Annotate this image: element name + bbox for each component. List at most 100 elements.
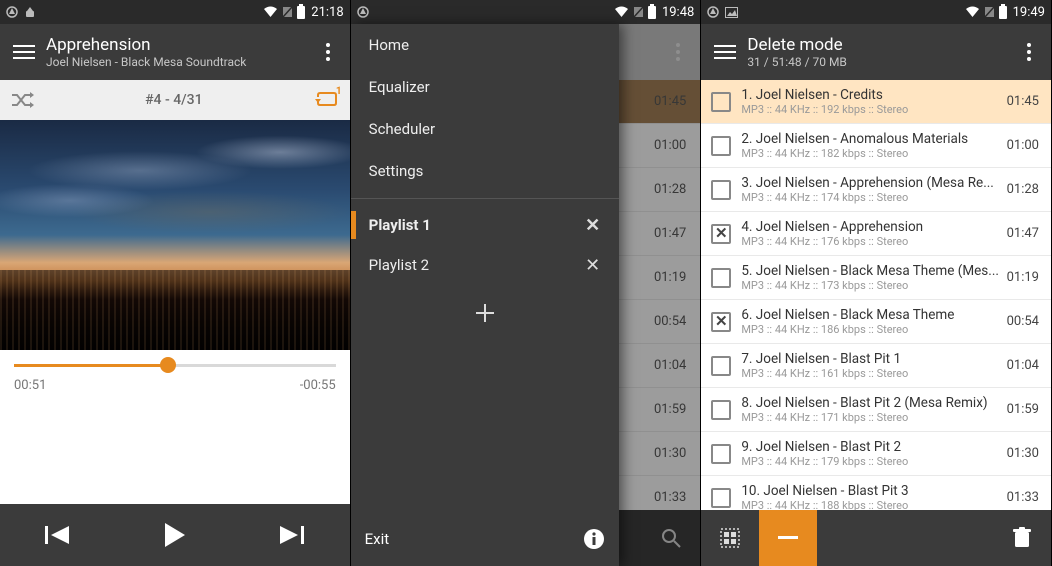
repeat-count: 1 — [336, 86, 342, 97]
remove-selected-button[interactable] — [759, 510, 817, 566]
repeat-button[interactable]: 1 — [314, 90, 340, 110]
track-duration: 01:59 — [1003, 402, 1051, 417]
track-checkbox[interactable] — [701, 92, 741, 112]
track-duration: 01:47 — [1003, 226, 1051, 241]
status-bar: 21:18 — [0, 0, 350, 24]
trash-button[interactable] — [993, 510, 1051, 566]
previous-button[interactable] — [28, 505, 88, 565]
track-checkbox[interactable] — [701, 444, 741, 464]
track-row[interactable]: 4. Joel Nielsen - Apprehension MP3 :: 44… — [701, 212, 1051, 256]
playlist-item[interactable]: Playlist 2 ✕ — [351, 245, 619, 285]
track-meta: MP3 :: 44 KHz :: 179 kbps :: Stereo — [741, 455, 999, 468]
no-sim-icon — [282, 6, 293, 18]
status-time: 19:48 — [662, 5, 694, 20]
app-bar: Apprehension Joel Nielsen - Black Mesa S… — [0, 24, 350, 80]
overflow-menu-button[interactable] — [1011, 34, 1047, 70]
track-checkbox[interactable] — [701, 180, 741, 200]
page-subtitle: 31 / 51:48 / 70 MB — [747, 55, 1011, 69]
track-row[interactable]: 9. Joel Nielsen - Blast Pit 2 MP3 :: 44 … — [701, 432, 1051, 476]
track-title: 4. Joel Nielsen - Apprehension — [741, 219, 999, 235]
track-meta: MP3 :: 44 KHz :: 173 kbps :: Stereo — [741, 279, 999, 292]
track-meta: MP3 :: 44 KHz :: 161 kbps :: Stereo — [741, 367, 999, 380]
track-checkbox[interactable] — [701, 268, 741, 288]
no-sim-icon — [633, 6, 644, 18]
elapsed-time: 00:51 — [14, 378, 46, 393]
track-info-bar: #4 - 4/31 1 — [0, 80, 350, 120]
app-bar: Delete mode 31 / 51:48 / 70 MB — [701, 24, 1051, 80]
no-sim-icon — [984, 6, 995, 18]
track-title: 7. Joel Nielsen - Blast Pit 1 — [741, 351, 999, 367]
track-title: 6. Joel Nielsen - Black Mesa Theme — [741, 307, 999, 323]
playlist-label: Playlist 1 — [369, 216, 431, 234]
track-index: #4 - 4/31 — [34, 92, 314, 108]
track-duration: 01:19 — [1003, 270, 1051, 285]
track-row[interactable]: 3. Joel Nielsen - Apprehension (Mesa Re.… — [701, 168, 1051, 212]
progress-area: 00:51 -00:55 — [0, 350, 350, 399]
wifi-icon — [614, 6, 629, 18]
app-status-icon — [707, 6, 719, 18]
status-bar: 19:48 — [351, 0, 701, 24]
track-checkbox[interactable] — [701, 136, 741, 156]
track-row[interactable]: 1. Joel Nielsen - Credits MP3 :: 44 KHz … — [701, 80, 1051, 124]
drawer-scheduler[interactable]: Scheduler — [351, 108, 619, 150]
battery-icon — [999, 6, 1007, 19]
track-row[interactable]: 6. Joel Nielsen - Black Mesa Theme MP3 :… — [701, 300, 1051, 344]
seek-bar[interactable] — [14, 356, 336, 374]
track-checkbox[interactable] — [701, 488, 741, 508]
track-title: 3. Joel Nielsen - Apprehension (Mesa Re.… — [741, 175, 999, 191]
track-duration: 01:00 — [1003, 138, 1051, 153]
track-meta: MP3 :: 44 KHz :: 174 kbps :: Stereo — [741, 191, 999, 204]
track-row[interactable]: 7. Joel Nielsen - Blast Pit 1 MP3 :: 44 … — [701, 344, 1051, 388]
screen-nav-drawer: 19:48 01:4501:00nix)01:2801:47a Mix)01:1… — [351, 0, 702, 566]
track-checkbox[interactable] — [701, 356, 741, 376]
drawer-exit[interactable]: Exit — [365, 530, 583, 548]
track-checkbox[interactable] — [701, 312, 741, 332]
playlist-delete-icon[interactable]: ✕ — [579, 255, 607, 276]
drawer-label: Equalizer — [369, 78, 430, 96]
track-title: 1. Joel Nielsen - Credits — [741, 87, 999, 103]
drawer-settings[interactable]: Settings — [351, 150, 619, 192]
track-title: 5. Joel Nielsen - Black Mesa Theme (Mes.… — [741, 263, 999, 279]
album-artwork[interactable] — [0, 120, 350, 350]
overflow-menu-button[interactable] — [310, 34, 346, 70]
select-all-button[interactable] — [701, 510, 759, 566]
track-checkbox[interactable] — [701, 400, 741, 420]
shuffle-button[interactable] — [10, 90, 34, 110]
play-button[interactable] — [145, 505, 205, 565]
track-meta: MP3 :: 44 KHz :: 192 kbps :: Stereo — [741, 103, 999, 116]
track-title: 10. Joel Nielsen - Blast Pit 3 — [741, 483, 999, 499]
menu-button[interactable] — [6, 34, 42, 70]
status-bar: 19:49 — [701, 0, 1051, 24]
track-row[interactable]: 10. Joel Nielsen - Blast Pit 3 MP3 :: 44… — [701, 476, 1051, 510]
track-duration: 00:54 — [1003, 314, 1051, 329]
track-meta: MP3 :: 44 KHz :: 188 kbps :: Stereo — [741, 499, 999, 510]
track-checkbox[interactable] — [701, 224, 741, 244]
status-time: 21:18 — [311, 5, 343, 20]
screen-delete-mode: 19:49 Delete mode 31 / 51:48 / 70 MB 1. … — [701, 0, 1052, 566]
track-duration: 01:04 — [1003, 358, 1051, 373]
playlist-item[interactable]: Playlist 1 ✕ — [351, 205, 619, 245]
track-duration: 01:28 — [1003, 182, 1051, 197]
next-button[interactable] — [261, 505, 321, 565]
nav-drawer: Home Equalizer Scheduler Settings Playli… — [351, 24, 619, 566]
app-status-icon — [357, 6, 369, 18]
delete-footer — [701, 510, 1051, 566]
playlist-delete-icon[interactable]: ✕ — [579, 215, 607, 236]
track-meta: MP3 :: 44 KHz :: 182 kbps :: Stereo — [741, 147, 999, 160]
add-playlist-button[interactable] — [351, 285, 619, 341]
track-meta: MP3 :: 44 KHz :: 186 kbps :: Stereo — [741, 323, 999, 336]
info-icon[interactable] — [583, 528, 605, 550]
track-row[interactable]: 5. Joel Nielsen - Black Mesa Theme (Mes.… — [701, 256, 1051, 300]
track-list[interactable]: 1. Joel Nielsen - Credits MP3 :: 44 KHz … — [701, 80, 1051, 510]
playlist-label: Playlist 2 — [369, 256, 429, 274]
track-title: 9. Joel Nielsen - Blast Pit 2 — [741, 439, 999, 455]
upload-status-icon — [24, 6, 36, 18]
menu-button[interactable] — [707, 34, 743, 70]
now-playing-title: Apprehension — [46, 35, 310, 55]
status-time: 19:49 — [1013, 5, 1045, 20]
track-row[interactable]: 8. Joel Nielsen - Blast Pit 2 (Mesa Remi… — [701, 388, 1051, 432]
drawer-equalizer[interactable]: Equalizer — [351, 66, 619, 108]
drawer-home[interactable]: Home — [351, 24, 619, 66]
wifi-icon — [965, 6, 980, 18]
track-row[interactable]: 2. Joel Nielsen - Anomalous Materials MP… — [701, 124, 1051, 168]
